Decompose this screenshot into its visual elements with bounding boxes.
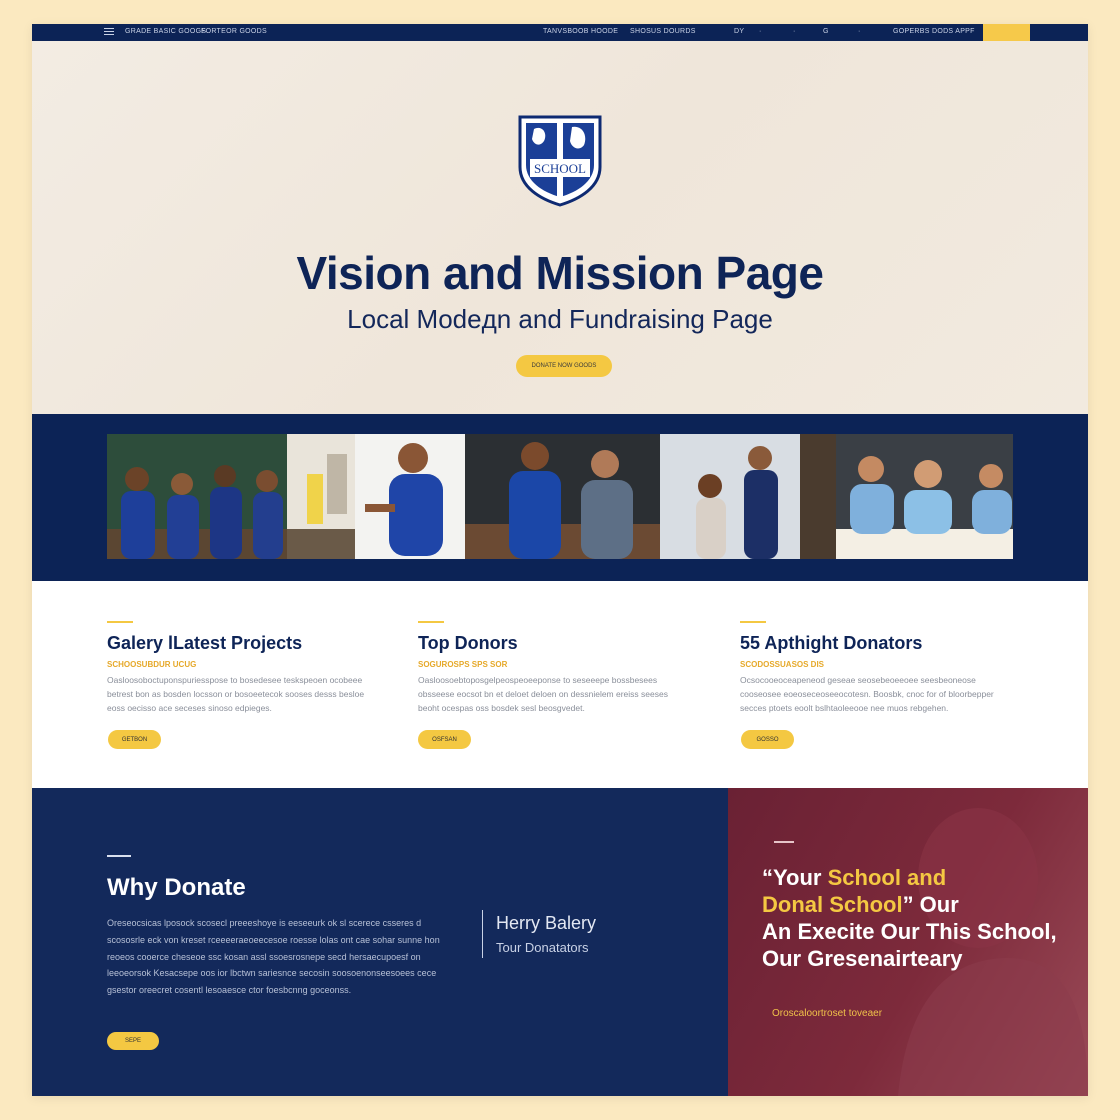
why-donate-button[interactable]: SEPE — [107, 1032, 159, 1050]
features-section: Galery lLatest Projects SCHOOSUBDUR UCUG… — [32, 581, 1088, 788]
nav-link[interactable]: GRADE BASIC GOOGS — [125, 28, 206, 35]
study-photo[interactable] — [836, 434, 1013, 559]
section-title: Why Donate — [107, 874, 246, 901]
accent-rule — [107, 855, 131, 857]
school-crest-logo: SCHOOL — [518, 115, 602, 207]
feature-button[interactable]: GETBON — [108, 730, 161, 749]
nav-link[interactable]: TANVSBOOB HOODE — [543, 28, 618, 35]
classroom-photo[interactable] — [107, 434, 287, 559]
donate-now-button[interactable]: DONATE NOW GOODS — [516, 355, 612, 377]
feature-kicker: SCHOOSUBDUR UCUG — [107, 660, 197, 669]
feature-button[interactable]: OSFSAN — [418, 730, 471, 749]
feature-title: 55 Apthight Donators — [740, 633, 923, 653]
photo-gallery — [107, 434, 1013, 559]
social-icon[interactable]: · — [759, 28, 762, 35]
accent-rule — [740, 621, 766, 623]
page: GRADE BASIC GOOGS FORTEOR GOODS TANVSBOO… — [32, 24, 1088, 1096]
teacher-photo[interactable] — [465, 434, 660, 559]
social-icon[interactable]: G — [823, 28, 829, 35]
feature-body: Ocsocooeoceapeneod geseae seosebeoeeoee … — [740, 675, 994, 713]
quote-role: Tour Donatators — [496, 940, 589, 955]
accent-rule — [774, 841, 794, 843]
accent-rule — [418, 621, 444, 623]
student-photo[interactable] — [355, 434, 465, 559]
page-title: Vision and Mission Page — [296, 247, 824, 299]
feature-title: Top Donors — [418, 633, 518, 653]
quote-highlight: Donal School — [762, 892, 903, 917]
testimonial-caption: Oroscaloortroset toveaer — [772, 1008, 883, 1019]
feature-body: Oasloosoboctuponspuriesspose to bosedese… — [107, 675, 365, 713]
lab-photo[interactable] — [287, 434, 355, 559]
quote-open: “Your — [762, 865, 828, 890]
section-body: Oreseocsicas lposock scosecl preeeshoye … — [107, 918, 440, 996]
feature-kicker: SCODOSSUASOS DIS — [740, 660, 825, 669]
testimonial-panel: “Your School and Donal School” Our An Ex… — [728, 788, 1088, 1096]
hero: SCHOOL Vision and Mission Page Local Mod… — [32, 41, 1088, 414]
nav-link[interactable]: FORTEOR GOODS — [201, 28, 267, 35]
quote-highlight: School and — [827, 865, 947, 890]
social-icon[interactable]: · — [858, 28, 861, 35]
feature-title: Galery lLatest Projects — [107, 633, 303, 653]
gallery-band — [32, 414, 1088, 581]
nav-link[interactable]: GOPERBS DODS APPF — [893, 28, 975, 35]
why-donate-section: Why Donate Oreseocsicas lposock scosecl … — [32, 788, 728, 1096]
nav-link[interactable]: SHOSUS DOURDS — [630, 28, 696, 35]
top-nav: GRADE BASIC GOOGS FORTEOR GOODS TANVSBOO… — [32, 24, 1088, 41]
hamburger-menu-icon[interactable] — [104, 28, 114, 37]
feature-body: Oasloosoebtoposgelpeospeoeeponse to sese… — [418, 675, 668, 713]
quote-tail: ” Our — [902, 892, 959, 917]
quote-author: Herry Balery — [496, 913, 597, 933]
library-photo[interactable] — [660, 434, 836, 559]
quote-divider — [482, 910, 483, 958]
crest-text: SCHOOL — [534, 161, 586, 176]
page-subtitle: Local Modeдn and Fundraising Page — [347, 304, 773, 334]
quote-rest: An Execite Our This School, Our Gresenai… — [762, 919, 1057, 971]
feature-kicker: SOGUROSPS SPS SOR — [418, 660, 508, 669]
social-icon[interactable]: DY — [734, 28, 744, 35]
feature-button[interactable]: GOSSO — [741, 730, 794, 749]
testimonial-quote: “Your School and Donal School” Our An Ex… — [762, 864, 1062, 972]
social-icon[interactable]: · — [793, 28, 796, 35]
accent-rule — [107, 621, 133, 623]
